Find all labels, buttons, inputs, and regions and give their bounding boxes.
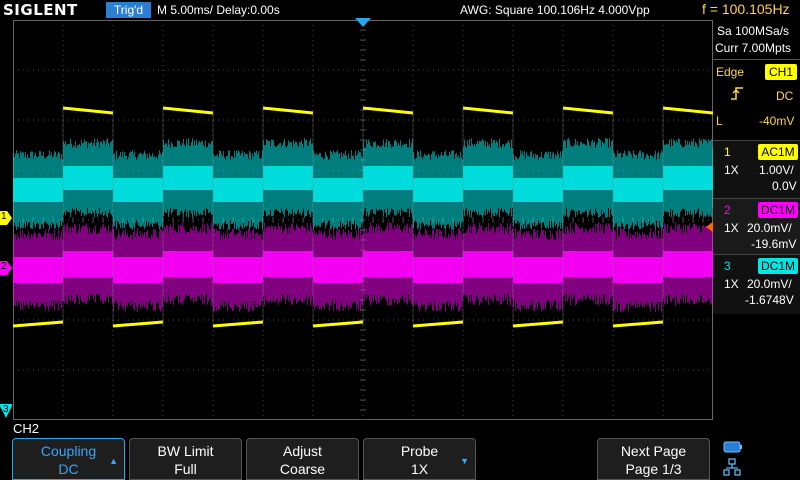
awg-readout[interactable]: AWG: Square 100.106Hz 4.000Vpp [460,3,650,17]
ch3-marker[interactable]: 3 [0,404,12,418]
up-arrow-icon: ▲ [109,456,118,466]
coupling-softkey[interactable]: Coupling DC ▲ [12,438,125,480]
softkey-value: 1X [410,461,429,477]
softkey-value: DC [58,461,79,477]
ch1-offset: 0.0V [772,179,797,193]
trigger-level-label: L [716,114,723,128]
ch3-probe: 1X [724,277,739,291]
ch1-marker[interactable]: 1 [0,211,12,225]
ch1-probe: 1X [724,163,739,177]
brand-logo: SIGLENT [3,1,78,19]
ch2-scale: 20.0mV/ [747,221,792,235]
ch2-probe: 1X [724,221,739,235]
adjust-softkey[interactable]: Adjust Coarse [246,438,359,480]
trigger-level-value: -40mV [759,114,795,128]
next-page-softkey[interactable]: Next Page Page 1/3 [597,438,710,480]
softkey-value: Page 1/3 [625,461,682,477]
sample-rate: Sa 100MSa/s [717,24,790,38]
ch3-offset: -1.6748V [745,293,794,307]
usb-icon [723,441,742,453]
ch3-info[interactable]: 3 DC1M 1X 20.0mV/ -1.6748V [713,254,800,314]
bw-limit-softkey[interactable]: BW Limit Full [129,438,242,480]
ch2-coupling-badge: DC1M [758,202,798,218]
ch2-offset: -19.6mV [751,237,797,251]
softkey-value: Full [174,461,197,477]
waveform-canvas [13,20,713,420]
trigger-position-icon[interactable] [355,18,371,28]
trigger-status-badge[interactable]: Trig'd [106,2,151,18]
trigger-coupling: DC [776,89,794,103]
ch2-number: 2 [724,203,731,217]
network-icon [723,458,741,476]
ch1-info[interactable]: 1 AC1M 1X 1.00V/ 0.0V [713,140,800,198]
waveform-display[interactable] [13,20,713,420]
memory-depth: Curr 7.00Mpts [715,41,792,55]
ch1-scale: 1.00V/ [759,163,794,177]
softkey-label: Coupling [40,443,97,459]
softkey-label: Next Page [620,443,687,459]
rising-edge-icon [731,87,743,100]
softkey-label: Adjust [283,443,322,459]
status-icons [715,438,800,480]
timebase-readout[interactable]: M 5.00ms/ Delay:0.00s [157,3,280,17]
trigger-source-badge: CH1 [765,64,797,80]
probe-softkey[interactable]: Probe 1X ▼ [363,438,476,480]
ch1-coupling-badge: AC1M [758,144,798,160]
trigger-type: Edge [716,65,745,79]
ch2-info[interactable]: 2 DC1M 1X 20.0mV/ -19.6mV [713,198,800,256]
frequency-counter: f = 100.105Hz [702,1,790,17]
ch1-number: 1 [724,145,731,159]
softkey-value: Coarse [279,461,326,477]
menu-title: CH2 [13,421,40,436]
ch3-number: 3 [724,259,731,273]
softkey-label: BW Limit [157,443,214,459]
softkey-label: Probe [400,443,439,459]
ch3-scale: 20.0mV/ [747,277,792,291]
down-arrow-icon: ▼ [460,456,469,466]
top-status-bar: SIGLENT Trig'd M 5.00ms/ Delay:0.00s AWG… [0,0,800,20]
info-panel: Sa 100MSa/s Curr 7.00Mpts Edge CH1 DC L … [713,20,800,420]
trigger-info[interactable]: Edge CH1 DC L -40mV [713,60,800,130]
ch2-marker[interactable]: 2 [0,261,12,275]
ch3-coupling-badge: DC1M [758,258,798,274]
